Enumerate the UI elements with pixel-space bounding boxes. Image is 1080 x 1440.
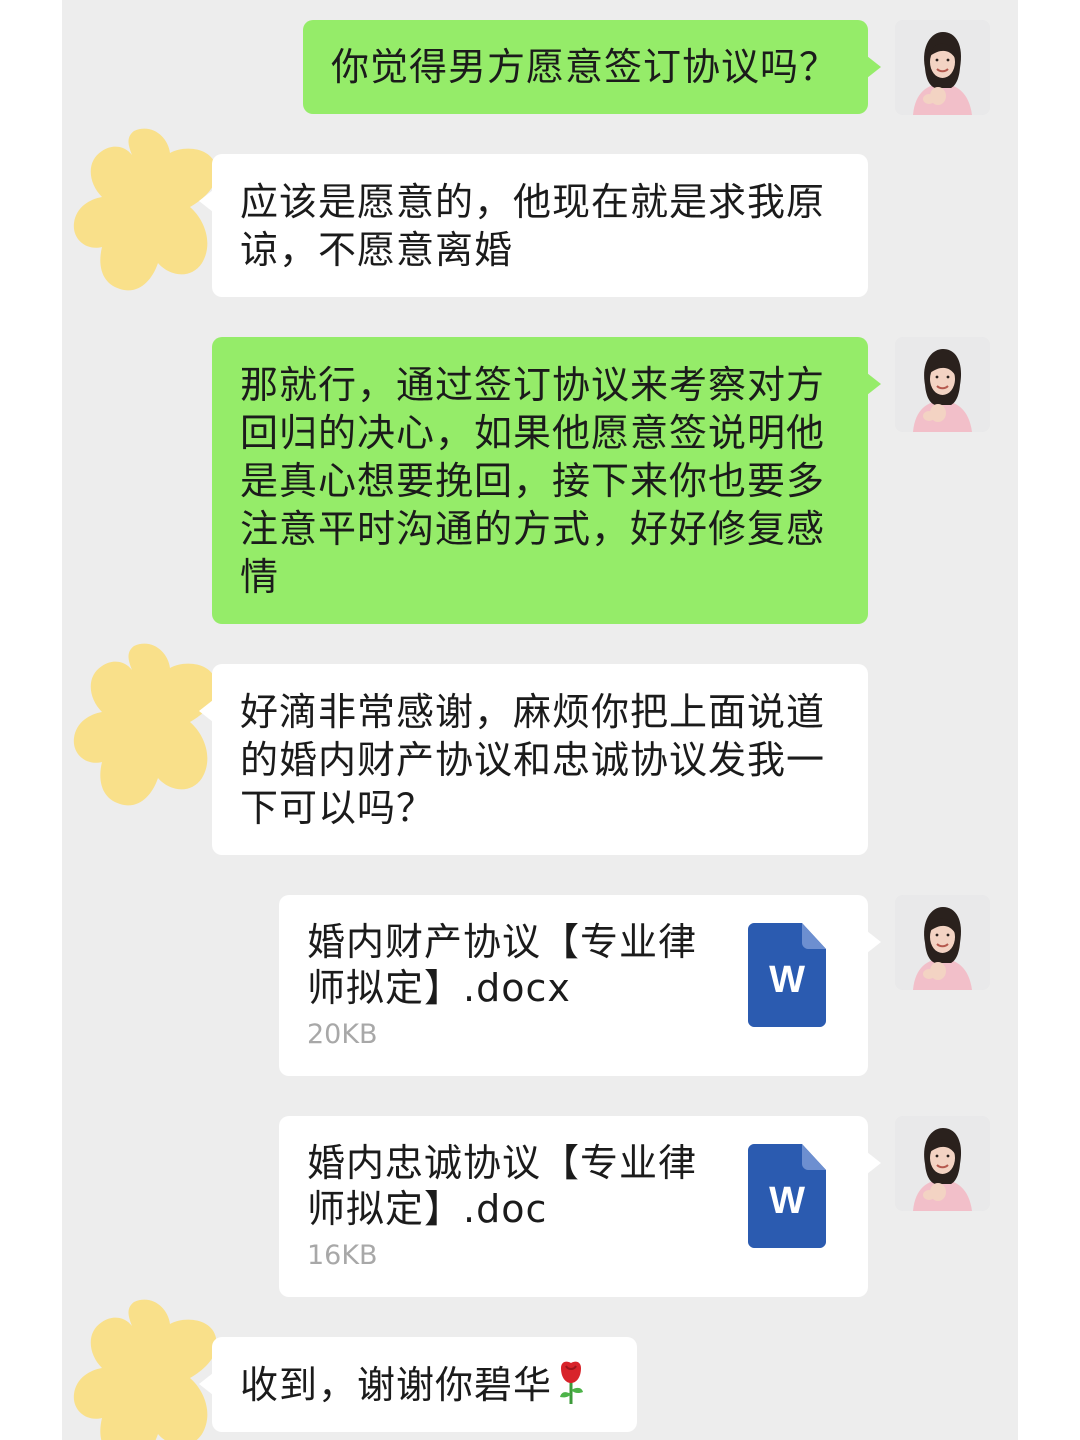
message-line: 是真心想要挽回，接下来你也要多 <box>240 459 826 503</box>
message-bubble-received[interactable]: 好滴非常感谢，麻烦你把上面说道 的婚内财产协议和忠诚协议发我一 下可以吗？ <box>199 664 868 855</box>
message-line: 应该是愿意的，他现在就是求我原 <box>240 180 826 224</box>
rose-icon <box>556 1360 586 1415</box>
message-bubble-sent[interactable]: 那就行，通过签订协议来考察对方 回归的决心，如果他愿意签说明他 是真心想要挽回，… <box>212 337 881 624</box>
my-avatar[interactable] <box>895 20 990 115</box>
file-size: 16KB <box>307 1240 378 1271</box>
file-message-card[interactable]: 婚内忠诚协议【专业律 师拟定】.doc 16KB W <box>279 1116 881 1297</box>
word-doc-icon: W <box>748 923 826 1027</box>
redacted-avatar-blob <box>72 1296 222 1440</box>
my-avatar[interactable] <box>895 337 990 432</box>
file-size: 20KB <box>307 1019 378 1050</box>
message-line: 的婚内财产协议和忠诚协议发我一 <box>240 738 826 782</box>
my-avatar[interactable] <box>895 1116 990 1211</box>
file-message-card[interactable]: 婚内财产协议【专业律 师拟定】.docx 20KB W <box>279 895 881 1076</box>
word-doc-icon: W <box>748 1144 826 1248</box>
word-doc-letter: W <box>769 1180 805 1222</box>
message-line: 回归的决心，如果他愿意签说明他 <box>240 411 826 455</box>
message-text: 收到，谢谢你碧华 <box>240 1363 553 1407</box>
file-name: 婚内忠诚协议【专业律 师拟定】.doc <box>307 1140 717 1232</box>
file-name-line: 师拟定】.docx <box>307 966 571 1010</box>
message-bubble-sent[interactable]: 你觉得男方愿意签订协议吗？ <box>303 20 881 114</box>
file-name-line: 婚内忠诚协议【专业律 <box>307 1141 698 1185</box>
message-line: 好滴非常感谢，麻烦你把上面说道 <box>240 690 826 734</box>
message-line: 情 <box>240 555 280 599</box>
file-name-line: 师拟定】.doc <box>307 1187 548 1231</box>
message-bubble-received[interactable]: 收到，谢谢你碧华 <box>199 1337 637 1432</box>
word-doc-letter: W <box>769 959 805 1001</box>
message-bubble-received[interactable]: 应该是愿意的，他现在就是求我原 谅，不愿意离婚 <box>199 154 868 297</box>
chat-area[interactable]: 你觉得男方愿意签订协议吗？ 应该是愿意的，他现在就是求我原 谅，不愿意离婚 那就… <box>62 0 1018 1440</box>
message-line: 注意平时沟通的方式，好好修复感 <box>240 507 826 551</box>
redacted-avatar-blob <box>72 640 222 810</box>
my-avatar[interactable] <box>895 895 990 990</box>
file-name-line: 婚内财产协议【专业律 <box>307 920 698 964</box>
message-line: 那就行，通过签订协议来考察对方 <box>240 363 826 407</box>
file-name: 婚内财产协议【专业律 师拟定】.docx <box>307 919 717 1011</box>
message-line: 谅，不愿意离婚 <box>240 228 514 272</box>
message-line: 下可以吗？ <box>240 786 436 830</box>
message-text: 你觉得男方愿意签订协议吗？ <box>331 45 839 89</box>
